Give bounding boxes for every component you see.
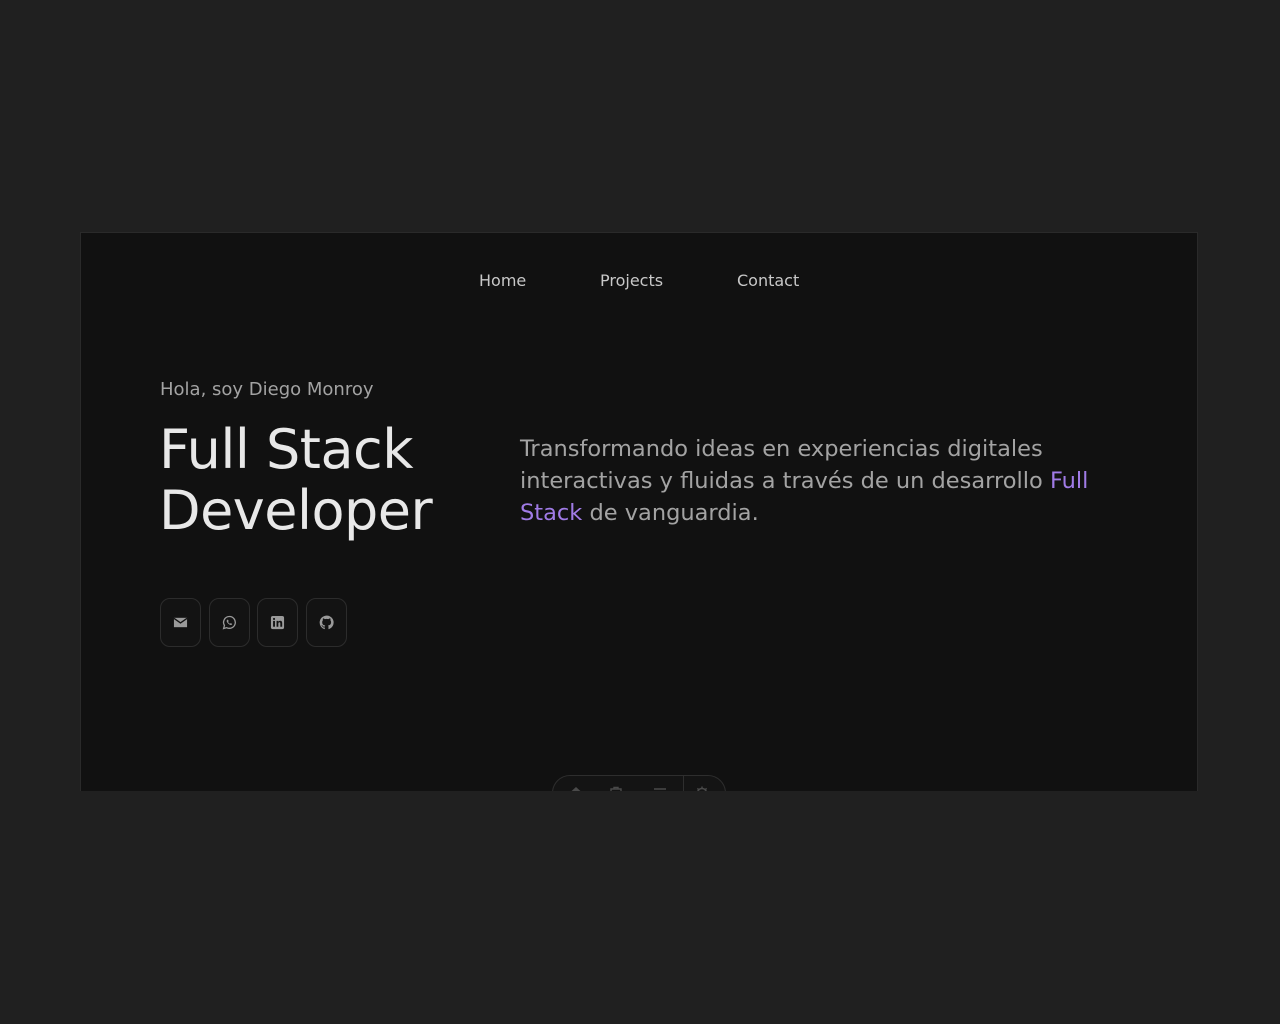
envelope-icon [173, 615, 188, 630]
tagline-text: Transformando ideas en experiencias digi… [520, 436, 1050, 494]
nav-link-home[interactable]: Home [479, 271, 526, 290]
hero-tagline: Transformando ideas en experiencias digi… [520, 433, 1120, 529]
github-icon [319, 615, 334, 630]
hero-title-line-1: Full Stack [159, 418, 414, 481]
settings-icon[interactable] [694, 785, 710, 791]
hero-greeting: Hola, soy Diego Monroy [160, 379, 374, 400]
hero-title-line-2: Developer [159, 479, 433, 542]
tagline-text-end: de vanguardia. [582, 500, 759, 526]
menu-icon[interactable] [652, 785, 668, 791]
linkedin-icon [270, 615, 285, 630]
github-button[interactable] [306, 598, 347, 647]
dock-divider [683, 776, 684, 791]
email-button[interactable] [160, 598, 201, 647]
projects-icon[interactable] [608, 785, 624, 791]
nav-link-projects[interactable]: Projects [600, 271, 663, 290]
browser-viewport: Home Projects Contact Hola, soy Diego Mo… [80, 232, 1198, 791]
whatsapp-button[interactable] [209, 598, 250, 647]
floating-dock [552, 775, 726, 791]
nav-link-contact[interactable]: Contact [737, 271, 799, 290]
main-nav: Home Projects Contact [81, 271, 1197, 295]
home-icon[interactable] [568, 785, 584, 791]
hero-title: Full Stack Developer [159, 418, 433, 542]
linkedin-button[interactable] [257, 598, 298, 647]
whatsapp-icon [222, 615, 237, 630]
